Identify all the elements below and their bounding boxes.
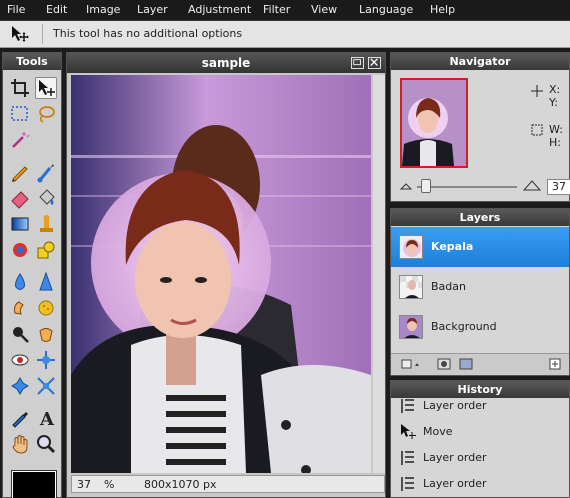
layer-effects-icon[interactable] (459, 358, 473, 373)
menu-filter[interactable]: Filter (263, 3, 290, 16)
document-title: sample (201, 56, 251, 70)
history-item[interactable]: Layer order (391, 393, 569, 419)
maximize-icon[interactable] (351, 57, 364, 69)
move-tool-icon[interactable] (35, 77, 57, 99)
close-icon[interactable] (368, 57, 381, 69)
image-size: 800x1070 px (144, 478, 217, 491)
type-tool-icon[interactable]: A (35, 407, 57, 429)
layer-order-icon (400, 397, 416, 415)
zoom-value[interactable]: 37 (77, 478, 91, 491)
clone-stamp-tool-icon[interactable] (35, 213, 57, 235)
burn-tool-icon[interactable] (35, 323, 57, 345)
spot-heal-tool-icon[interactable] (35, 349, 57, 371)
zoom-percent-input[interactable]: 37 (547, 179, 570, 195)
bucket-tool-icon[interactable] (35, 187, 57, 209)
svg-text:A: A (39, 409, 55, 429)
move-tool-icon (400, 423, 416, 441)
layer-thumbnail (399, 235, 423, 259)
layer-order-icon (400, 449, 416, 467)
zoom-slider-thumb[interactable] (421, 179, 431, 193)
smudge-tool-icon[interactable] (9, 297, 31, 319)
move-tool-icon (10, 25, 30, 43)
layer-settings-icon[interactable] (401, 358, 421, 373)
magic-wand-tool-icon[interactable] (9, 129, 31, 151)
menu-help[interactable]: Help (430, 3, 455, 16)
sponge-tool-icon[interactable] (35, 297, 57, 319)
sharpen-tool-icon[interactable] (35, 271, 57, 293)
zoom-tool-icon[interactable] (35, 433, 57, 455)
layer-row-kepala[interactable]: Kepala (391, 227, 569, 267)
history-item[interactable]: Layer order (391, 445, 569, 471)
red-eye-tool-icon[interactable] (9, 349, 31, 371)
layers-panel: Layers Kepala Badan Background (390, 208, 570, 376)
zoom-in-icon[interactable] (522, 179, 542, 194)
status-bar: 37 % 800x1070 px (71, 475, 385, 493)
navigator-title: Navigator (391, 53, 569, 70)
new-layer-icon[interactable] (549, 358, 561, 373)
lasso-tool-icon[interactable] (35, 103, 57, 125)
image-canvas[interactable] (71, 75, 371, 473)
divider (42, 24, 43, 44)
pinch-tool-icon[interactable] (35, 375, 57, 397)
color-picker-tool-icon[interactable] (9, 407, 31, 429)
tool-options-bar: This tool has no additional options (0, 21, 570, 48)
document-title-bar: sample (67, 53, 385, 73)
menu-bar: File Edit Image Layer Adjustment Filter … (0, 0, 570, 21)
bloat-tool-icon[interactable] (9, 375, 31, 397)
menu-edit[interactable]: Edit (46, 3, 67, 16)
hand-tool-icon[interactable] (9, 433, 31, 455)
brush-tool-icon[interactable] (35, 161, 57, 183)
menu-image[interactable]: Image (86, 3, 120, 16)
color-replace-tool-icon[interactable] (9, 239, 31, 261)
layers-toolbar (391, 353, 569, 375)
document-window: sample 37 % 800x1070 px (66, 52, 386, 498)
layer-name: Background (431, 320, 497, 333)
menu-adjustment[interactable]: Adjustment (188, 3, 251, 16)
nav-w-label: W: (549, 123, 563, 136)
zoom-out-icon[interactable] (399, 181, 413, 194)
menu-view[interactable]: View (311, 3, 337, 16)
layer-row-badan[interactable]: Badan (391, 267, 569, 307)
history-label: Layer order (423, 477, 487, 490)
tools-title: Tools (3, 53, 61, 70)
marquee-tool-icon[interactable] (9, 103, 31, 125)
crosshair-icon (531, 85, 543, 100)
nav-h-label: H: (549, 136, 561, 149)
navigator-panel: Navigator X: Y: W: H: 37 (390, 52, 570, 202)
layers-title: Layers (391, 209, 569, 226)
menu-file[interactable]: File (7, 3, 25, 16)
history-label: Layer order (423, 399, 487, 412)
pencil-tool-icon[interactable] (9, 161, 31, 183)
layer-name: Badan (431, 280, 466, 293)
menu-language[interactable]: Language (359, 3, 413, 16)
history-panel: History Layer order Move Layer order Lay… (390, 380, 570, 498)
foreground-color-swatch[interactable] (11, 470, 57, 498)
vertical-scrollbar[interactable] (373, 75, 385, 473)
history-label: Layer order (423, 451, 487, 464)
layer-mask-icon[interactable] (437, 358, 451, 373)
selection-size-icon (531, 124, 543, 139)
zoom-unit: % (104, 478, 115, 491)
navigator-preview[interactable] (400, 78, 468, 168)
dodge-tool-icon[interactable] (9, 323, 31, 345)
history-item[interactable]: Layer order (391, 471, 569, 497)
eraser-tool-icon[interactable] (9, 187, 31, 209)
gradient-tool-icon[interactable] (9, 213, 31, 235)
nav-y-label: Y: (549, 96, 558, 109)
drop-blur-tool-icon[interactable] (9, 271, 31, 293)
crop-tool-icon[interactable] (9, 77, 31, 99)
zoom-slider-track[interactable] (417, 186, 517, 188)
layer-name: Kepala (431, 240, 474, 253)
layer-row-background[interactable]: Background (391, 307, 569, 347)
layer-order-icon (400, 475, 416, 493)
menu-layer[interactable]: Layer (137, 3, 168, 16)
options-message: This tool has no additional options (53, 27, 243, 40)
shape-tool-icon[interactable] (35, 239, 57, 261)
layer-thumbnail (399, 275, 423, 299)
nav-x-label: X: (549, 83, 561, 96)
layer-thumbnail (399, 315, 423, 339)
history-item[interactable]: Move (391, 419, 569, 445)
history-label: Move (423, 425, 453, 438)
tools-panel: Tools A (2, 52, 62, 498)
